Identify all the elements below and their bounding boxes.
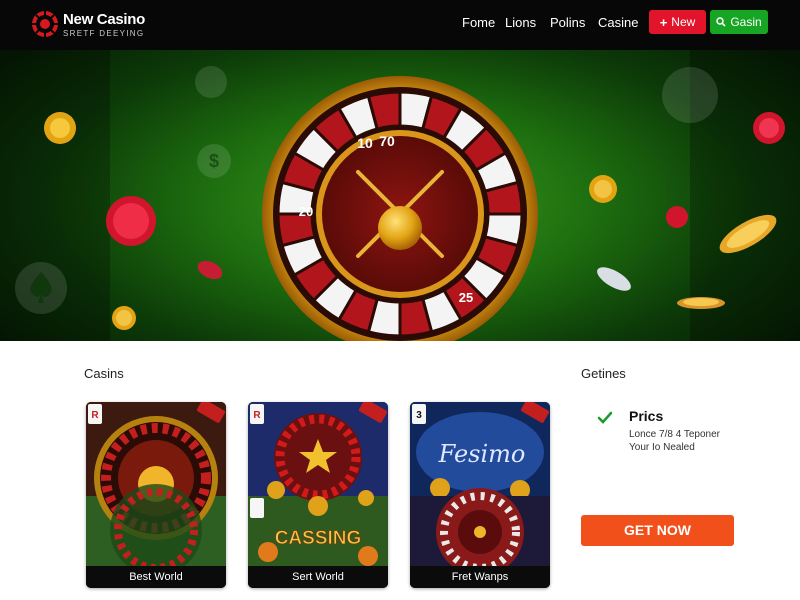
slots-art: CASSING R xyxy=(248,402,388,588)
faded-globe-right-icon xyxy=(662,67,718,123)
login-button[interactable]: Gasin xyxy=(710,10,768,34)
coin-gold-bottom-left xyxy=(112,306,136,330)
game-card-2[interactable]: CASSING R Sert World xyxy=(248,402,388,588)
roulette-logo-icon xyxy=(32,11,58,37)
game-card-1-label: Best World xyxy=(86,566,226,588)
fesimo-art: Fesimo 3 xyxy=(410,402,550,588)
new-button-label: New xyxy=(671,15,696,29)
search-icon xyxy=(716,17,726,27)
card-2-art-title: CASSING xyxy=(275,528,362,549)
card-corner-3: 3 xyxy=(416,410,422,421)
brand-name: New Casino xyxy=(63,10,146,28)
plus-icon: + xyxy=(659,14,668,30)
game-card-3[interactable]: Fesimo 3 Fret Wanps xyxy=(410,402,550,588)
svg-text:$: $ xyxy=(209,151,219,171)
card-corner-1: R xyxy=(91,410,99,421)
game-card-1[interactable]: R Best World xyxy=(86,402,226,588)
wheel-number-left: 20 xyxy=(299,204,313,219)
section-title-getines: Getines xyxy=(581,366,626,381)
check-icon xyxy=(597,411,613,424)
faded-dollar-icon: $ xyxy=(197,144,231,178)
coin-gold-right xyxy=(589,175,617,203)
wheel-number-top: 10 xyxy=(357,135,373,151)
coin-gold-flat-right xyxy=(677,297,725,309)
nav-link-casine[interactable]: Casine xyxy=(598,12,638,34)
nav-link-lions[interactable]: Lions xyxy=(505,12,536,34)
chip-red-small-left xyxy=(197,260,223,280)
nav-link-polins[interactable]: Polins xyxy=(550,12,585,34)
chip-white-right xyxy=(597,267,631,291)
new-button[interactable]: + New xyxy=(649,10,706,34)
chip-red-left xyxy=(106,196,156,246)
promo-title: Prics xyxy=(629,408,664,424)
game-card-3-label: Fret Wanps xyxy=(410,566,550,588)
top-header: New Casino SRETF DEEYING Fome Lions Poli… xyxy=(0,0,800,50)
wheel-number-bottom-right: 25 xyxy=(459,290,473,305)
promo-line-1: Lonce 7/8 4 Teponer xyxy=(629,429,721,440)
faded-spade-icon xyxy=(15,262,67,314)
brand-tagline: SRETF DEEYING xyxy=(63,28,145,38)
faded-globe-icon xyxy=(195,66,227,98)
chip-red-small-right xyxy=(666,206,688,228)
card-3-art-title: Fesimo xyxy=(438,440,526,468)
wheel-number-top-right: 70 xyxy=(379,133,395,149)
game-card-2-label: Sert World xyxy=(248,566,388,588)
chip-red-right xyxy=(753,112,785,144)
chip-gold-left xyxy=(44,112,76,144)
promo-line-2: Your Io Nealed xyxy=(629,442,695,453)
card-corner-2: R xyxy=(253,410,261,421)
roulette-wheel: 10 70 20 25 xyxy=(262,76,538,341)
hero-banner: $ 10 70 20 25 xyxy=(0,50,800,341)
login-button-label: Gasin xyxy=(730,15,762,29)
nav-link-home[interactable]: Fome xyxy=(462,12,495,34)
roulette-art: R xyxy=(86,402,226,588)
brand-logo[interactable]: New Casino SRETF DEEYING xyxy=(30,6,145,42)
get-now-button[interactable]: GET NOW xyxy=(581,515,734,546)
section-title-casins: Casins xyxy=(84,366,124,381)
